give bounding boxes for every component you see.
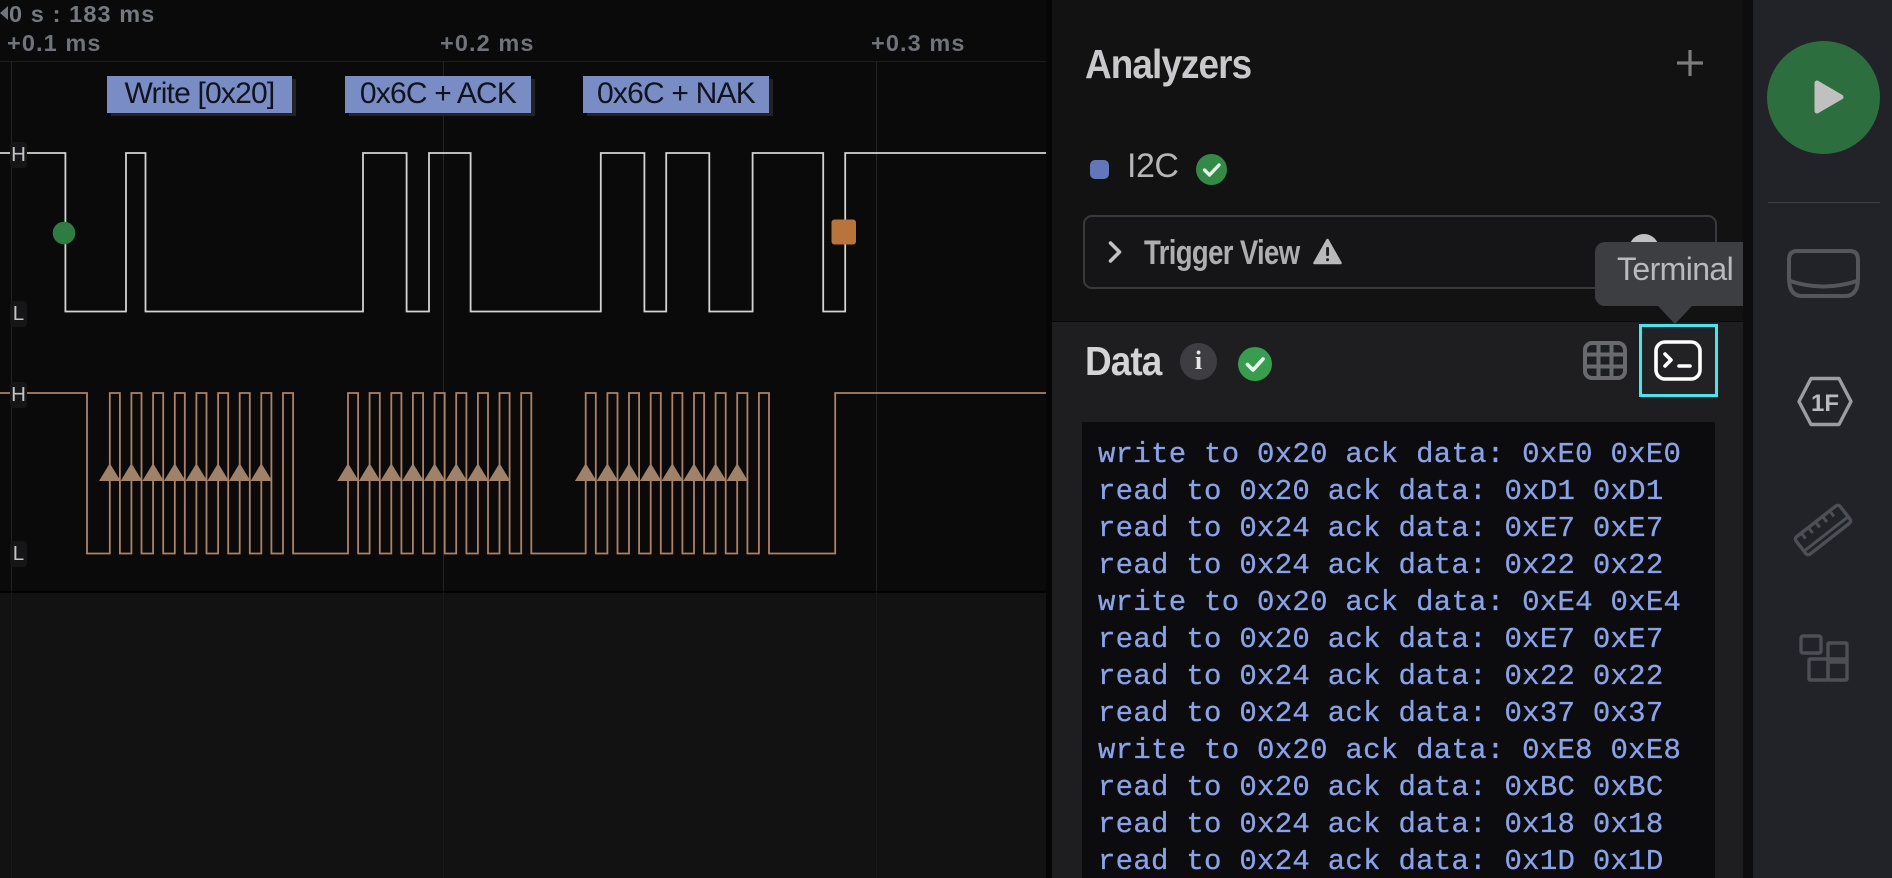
svg-text:1F: 1F: [1811, 390, 1839, 417]
